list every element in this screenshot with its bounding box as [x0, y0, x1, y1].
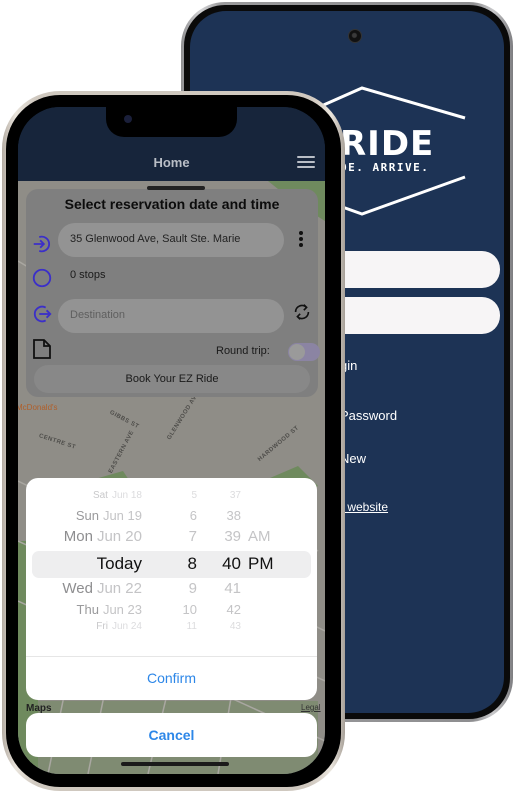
picker-hour: 7 — [188, 528, 197, 545]
swap-arrows-icon[interactable] — [291, 301, 313, 323]
circle-icon — [32, 268, 52, 288]
picker-weekday: Fri — [96, 621, 108, 632]
picker-hour: 9 — [188, 580, 197, 597]
picker-date: Thu Jun 23 — [77, 602, 142, 617]
login-arrow-icon — [33, 235, 50, 253]
picker-date: Today — [97, 554, 142, 574]
more-vertical-icon[interactable] — [299, 231, 303, 247]
picker-minute: 42 — [226, 602, 241, 617]
picker-month-day: Jun 19 — [102, 508, 142, 523]
picker-minute: 39 — [224, 528, 241, 545]
book-ride-button[interactable]: Book Your EZ Ride — [34, 365, 310, 393]
picker-month-day: Jun 24 — [111, 621, 142, 632]
picker-month-day: Jun 23 — [102, 602, 142, 617]
logo-tagline: DE. ARRIVE. — [340, 161, 430, 174]
picker-date: Mon Jun 20 — [64, 528, 142, 545]
front-camera — [124, 115, 132, 123]
picker-minute: 40 — [222, 554, 241, 573]
legal-link[interactable]: Legal — [301, 703, 321, 712]
cancel-button[interactable]: Cancel — [26, 713, 317, 757]
picker-ampm: AM — [248, 528, 271, 545]
home-indicator — [121, 762, 229, 766]
destination-input[interactable]: Destination — [58, 299, 284, 333]
picker-weekday: Today — [96, 554, 142, 573]
notch — [106, 107, 237, 137]
picker-weekday: Sat — [92, 490, 108, 501]
picker-month-day: Jun 20 — [96, 528, 142, 545]
picker-weekday: Sun — [75, 508, 99, 523]
picker-weekday: Thu — [76, 602, 99, 617]
logout-arrow-icon — [33, 305, 52, 323]
round-trip-label: Round trip: — [216, 345, 270, 357]
stops-count[interactable]: 0 stops — [70, 269, 105, 281]
picker-hour: 11 — [186, 621, 197, 632]
picker-weekday: Wed — [62, 580, 93, 597]
picker-date: Sat Jun 18 — [93, 490, 142, 501]
picker-date: Fri Jun 24 — [96, 621, 142, 632]
pickup-address-value: 35 Glenwood Ave, Sault Ste. Marie — [70, 233, 241, 245]
picker-minute: 37 — [229, 490, 241, 501]
reservation-card: Select reservation date and time 35 Glen… — [26, 189, 320, 397]
iphone-frame: Home GIBBS ST CENTRE ST EASTERN AVE GLEN… — [2, 91, 345, 791]
picker-minute: 38 — [226, 508, 241, 523]
picker-month-day: Jun 18 — [111, 490, 142, 501]
document-icon[interactable] — [33, 339, 51, 359]
forgot-password-link[interactable]: Password — [340, 408, 397, 423]
picker-ampm: PM — [248, 554, 274, 573]
card-title: Select reservation date and time — [64, 196, 280, 212]
date-time-picker[interactable]: Sat Jun 18 5 37 Sun Jun 19 6 38 Mon Jun 20 7 39 AM To… — [26, 478, 317, 656]
app-screen: Home GIBBS ST CENTRE ST EASTERN AVE GLEN… — [18, 107, 325, 774]
picker-hour: 8 — [187, 554, 197, 573]
hamburger-menu-icon[interactable] — [297, 156, 315, 168]
destination-placeholder: Destination — [70, 309, 126, 321]
picker-minute: 43 — [229, 621, 241, 632]
toggle-knob — [289, 344, 305, 360]
pickup-address-field[interactable]: 35 Glenwood Ave, Sault Ste. Marie — [58, 223, 284, 257]
front-camera — [348, 29, 362, 43]
website-link[interactable]: r website — [340, 500, 388, 514]
page-title: Home — [153, 155, 190, 170]
picker-minute: 41 — [224, 580, 241, 597]
picker-hour: 10 — [182, 602, 197, 617]
speaker-grille — [147, 186, 205, 190]
poi-label[interactable]: McDonald's — [18, 403, 58, 412]
picker-date: Wed Jun 22 — [62, 580, 142, 597]
picker-hour: 5 — [191, 490, 197, 501]
picker-date: Sun Jun 19 — [76, 508, 142, 523]
picker-month-day: Jun 22 — [96, 580, 142, 597]
picker-hour: 6 — [189, 508, 197, 523]
logo-wordmark: RIDE — [340, 124, 435, 164]
picker-weekday: Mon — [63, 528, 93, 545]
confirm-button[interactable]: Confirm — [26, 657, 317, 700]
round-trip-toggle[interactable] — [288, 343, 320, 361]
date-picker-sheet: Sat Jun 18 5 37 Sun Jun 19 6 38 Mon Jun 20 7 39 AM To… — [26, 478, 317, 700]
